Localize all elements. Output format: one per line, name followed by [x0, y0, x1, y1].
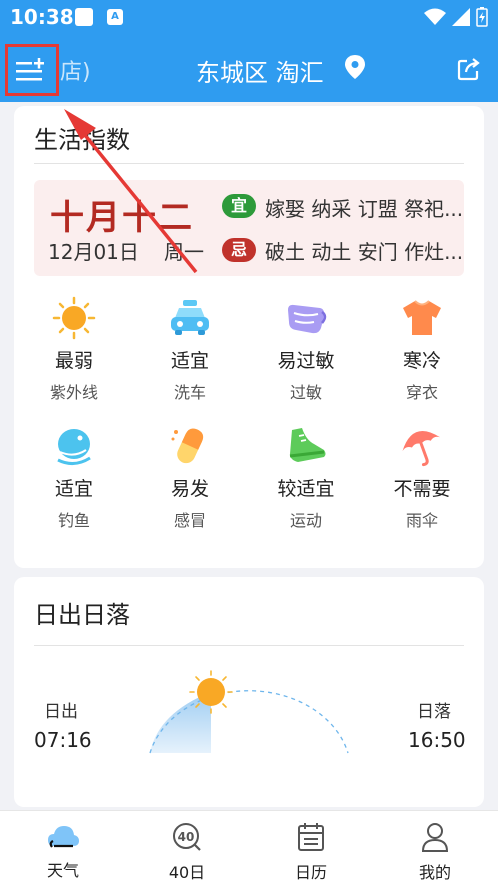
wifi-icon — [424, 8, 446, 25]
umbrella-icon — [402, 430, 441, 467]
index-label: 洗车 — [173, 383, 206, 402]
sun-icon — [52, 296, 96, 340]
add-city-menu-icon — [16, 58, 44, 81]
index-value: 较适宜 — [277, 478, 335, 500]
nav-40-day[interactable]: 40 40日 — [147, 821, 227, 883]
index-carwash[interactable]: 适宜 洗车 — [132, 296, 248, 403]
index-value: 不需要 — [393, 478, 451, 500]
app-notification-icon: A — [107, 9, 123, 25]
sun-path-arc — [149, 670, 349, 754]
index-allergy[interactable]: 易过敏 过敏 — [248, 296, 364, 403]
index-value: 适宜 — [170, 350, 209, 372]
notification-icon — [75, 8, 93, 26]
yi-activities: 嫁娶 纳采 订盟 祭祀... — [265, 197, 464, 221]
solar-date: 12月01日 — [48, 240, 139, 264]
lunar-date: 十月十二 — [50, 198, 194, 238]
nav-label: 日历 — [294, 863, 327, 882]
life-index-card: 生活指数 十月十二 12月01日 周一 宜 嫁娶 纳采 订盟 祭祀... 忌 破… — [14, 106, 484, 568]
svg-text:40: 40 — [178, 830, 195, 844]
index-fishing[interactable]: 适宜 钓鱼 — [16, 424, 132, 531]
previous-location-text: 店) — [60, 60, 91, 85]
yi-badge: 宜 — [222, 194, 256, 218]
index-label: 雨伞 — [405, 511, 438, 530]
index-value: 最弱 — [54, 350, 93, 372]
nav-profile[interactable]: 我的 — [395, 821, 475, 883]
index-cold[interactable]: 易发 感冒 — [132, 424, 248, 531]
shoe-icon — [289, 428, 326, 462]
battery-icon — [476, 7, 488, 27]
nav-label: 天气 — [46, 861, 79, 880]
index-value: 寒冷 — [402, 350, 441, 372]
weekday: 周一 — [164, 240, 204, 264]
life-index-title: 生活指数 — [34, 126, 130, 154]
index-sport[interactable]: 较适宜 运动 — [248, 424, 364, 531]
car-icon — [171, 300, 209, 335]
index-label: 过敏 — [289, 383, 322, 402]
sunset-time: 16:50 — [408, 728, 466, 752]
calendar-icon — [298, 823, 324, 851]
sunrise-label: 日出 — [44, 702, 78, 722]
sun-title: 日出日落 — [34, 601, 130, 629]
index-value: 适宜 — [54, 478, 93, 500]
index-value: 易发 — [170, 478, 209, 500]
share-icon[interactable] — [456, 56, 482, 82]
city-manage-button[interactable] — [5, 44, 59, 96]
ji-activities: 破土 动土 安门 作灶... — [265, 240, 464, 264]
fish-icon — [57, 429, 91, 465]
nav-weather[interactable]: 天气 — [23, 821, 103, 881]
index-label: 钓鱼 — [57, 511, 90, 530]
index-value: 易过敏 — [277, 350, 335, 372]
status-time: 10:38 — [10, 5, 74, 29]
index-label: 运动 — [289, 511, 322, 530]
profile-icon — [421, 823, 449, 852]
signal-icon — [452, 8, 470, 26]
pill-icon — [171, 428, 204, 464]
index-uv[interactable]: 最弱 紫外线 — [16, 296, 132, 403]
almanac-panel[interactable]: 十月十二 12月01日 周一 宜 嫁娶 纳采 订盟 祭祀... 忌 破土 动土 … — [34, 180, 464, 276]
index-label: 穿衣 — [405, 383, 438, 402]
nav-calendar[interactable]: 日历 — [271, 821, 351, 883]
shirt-icon — [403, 300, 441, 335]
current-location[interactable]: 东城区 淘汇 — [196, 53, 324, 88]
ji-badge: 忌 — [222, 238, 256, 262]
mask-icon — [288, 304, 327, 334]
index-dressing[interactable]: 寒冷 穿衣 — [364, 296, 480, 403]
nav-label: 40日 — [168, 863, 206, 882]
divider — [34, 645, 464, 646]
sunset-label: 日落 — [417, 702, 451, 722]
app-header: 店) 东城区 淘汇 — [0, 36, 498, 102]
sunrise-sunset-card: 日出日落 日出 07:16 日落 16:50 — [14, 577, 484, 807]
index-umbrella[interactable]: 不需要 雨伞 — [364, 424, 480, 531]
sunrise-time: 07:16 — [34, 728, 92, 752]
nav-label: 我的 — [418, 863, 451, 882]
divider — [34, 163, 464, 164]
status-icons — [424, 7, 488, 27]
location-pin-icon[interactable] — [343, 54, 367, 80]
weather-icon — [48, 826, 79, 848]
status-bar: 10:38 A — [0, 0, 498, 36]
forty-day-icon: 40 — [173, 823, 201, 851]
index-label: 感冒 — [173, 511, 206, 530]
bottom-nav: 天气 40 40日 日历 我的 — [0, 810, 498, 888]
index-label: 紫外线 — [49, 383, 98, 402]
